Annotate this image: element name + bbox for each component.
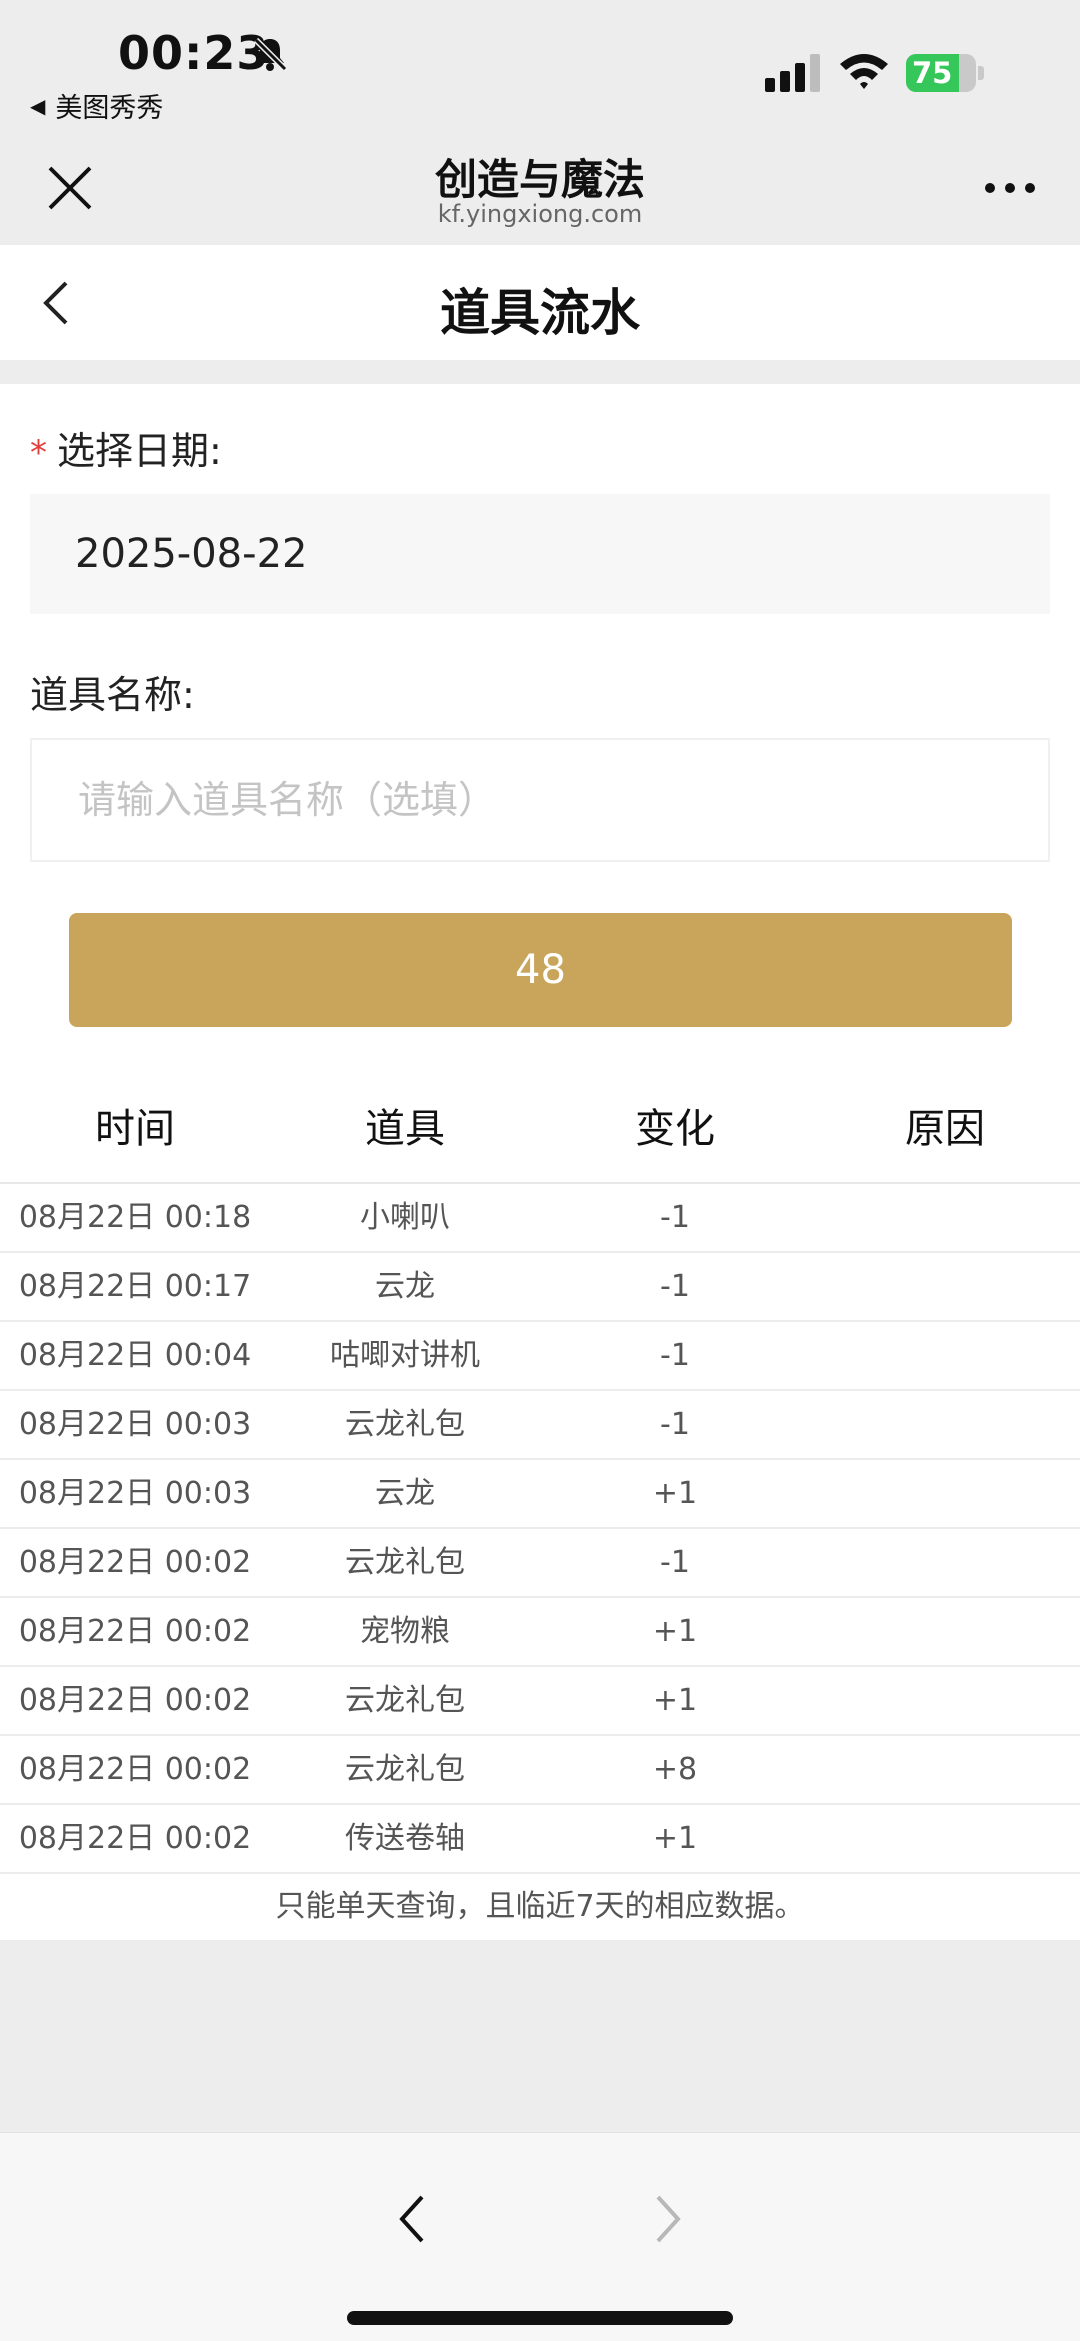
cell-item: 云龙礼包 bbox=[345, 1407, 465, 1442]
cell-time: 08月22日 00:17 bbox=[18, 1269, 252, 1304]
cell-time: 08月22日 00:02 bbox=[18, 1683, 252, 1718]
table-row: 08月22日 00:02 云龙礼包 +8 bbox=[0, 1736, 1080, 1805]
cell-time: 08月22日 00:02 bbox=[18, 1614, 252, 1649]
cell-change: +1 bbox=[652, 1683, 698, 1718]
section-divider bbox=[0, 360, 1080, 384]
table-header: 时间 道具 变化 原因 bbox=[0, 1074, 1080, 1184]
cell-change: -1 bbox=[660, 1269, 690, 1304]
back-to-app-link[interactable]: ◀ 美图秀秀 bbox=[30, 86, 163, 125]
table-row: 08月22日 00:18 小喇叭 -1 bbox=[0, 1184, 1080, 1253]
cell-time: 08月22日 00:03 bbox=[18, 1476, 252, 1511]
signal-icon bbox=[765, 54, 820, 92]
cell-reason bbox=[810, 1391, 1080, 1458]
cell-change: -1 bbox=[660, 1545, 690, 1580]
table-row: 08月22日 00:02 宠物粮 +1 bbox=[0, 1598, 1080, 1667]
cell-item: 小喇叭 bbox=[360, 1200, 450, 1235]
status-time: 00:23 bbox=[118, 26, 270, 80]
wifi-icon bbox=[840, 54, 888, 89]
cell-item: 咕唧对讲机 bbox=[330, 1338, 480, 1373]
table-row: 08月22日 00:02 传送卷轴 +1 bbox=[0, 1805, 1080, 1874]
cell-time: 08月22日 00:04 bbox=[18, 1338, 252, 1373]
cell-item: 云龙礼包 bbox=[345, 1752, 465, 1787]
cell-item: 传送卷轴 bbox=[345, 1821, 465, 1856]
query-note: 只能单天查询，且临近7天的相应数据。 bbox=[275, 1889, 805, 1924]
page-header: 道具流水 bbox=[0, 245, 1080, 360]
browser-title: 创造与魔法 bbox=[434, 155, 645, 204]
cell-change: +1 bbox=[652, 1821, 698, 1856]
bell-slash-icon bbox=[253, 37, 288, 72]
cell-change: -1 bbox=[660, 1407, 690, 1442]
date-value: 2025-08-22 bbox=[75, 531, 308, 577]
battery-percent: 75 bbox=[912, 56, 953, 90]
cell-reason bbox=[810, 1736, 1080, 1803]
header-item: 道具 bbox=[365, 1106, 445, 1152]
cell-time: 08月22日 00:02 bbox=[18, 1545, 252, 1580]
cell-change: -1 bbox=[660, 1338, 690, 1373]
item-name-input[interactable] bbox=[30, 738, 1050, 862]
cell-item: 云龙礼包 bbox=[345, 1683, 465, 1718]
cell-change: +1 bbox=[652, 1614, 698, 1649]
back-triangle-icon: ◀ bbox=[30, 93, 46, 118]
browser-bottom-toolbar bbox=[0, 2132, 1080, 2341]
item-name-label: 道具名称: bbox=[30, 673, 195, 717]
table-row: 08月22日 00:03 云龙礼包 -1 bbox=[0, 1391, 1080, 1460]
cell-reason bbox=[810, 1322, 1080, 1389]
table-row: 08月22日 00:02 云龙礼包 +1 bbox=[0, 1667, 1080, 1736]
table-row: 08月22日 00:04 咕唧对讲机 -1 bbox=[0, 1322, 1080, 1391]
cell-item: 云龙 bbox=[375, 1476, 435, 1511]
page-title: 道具流水 bbox=[440, 284, 640, 342]
browser-url: kf.yingxiong.com bbox=[437, 200, 643, 228]
table-row: 08月22日 00:02 云龙礼包 -1 bbox=[0, 1529, 1080, 1598]
header-reason: 原因 bbox=[905, 1106, 985, 1152]
cell-time: 08月22日 00:02 bbox=[18, 1821, 252, 1856]
cell-reason bbox=[810, 1667, 1080, 1734]
back-app-label: 美图秀秀 bbox=[55, 93, 164, 124]
forward-chevron-icon[interactable] bbox=[648, 2189, 688, 2249]
item-flow-table: 时间 道具 变化 原因 08月22日 00:18 小喇叭 -1 08月22日 0… bbox=[0, 1074, 1080, 1940]
cell-item: 云龙礼包 bbox=[345, 1545, 465, 1580]
cell-reason bbox=[810, 1805, 1080, 1872]
cell-reason bbox=[810, 1598, 1080, 1665]
main-content: *选择日期: 2025-08-22 道具名称: 48 时间 道具 变化 原因 0… bbox=[0, 384, 1080, 1940]
home-indicator[interactable] bbox=[347, 2311, 733, 2325]
table-row: 08月22日 00:17 云龙 -1 bbox=[0, 1253, 1080, 1322]
back-chevron-icon[interactable] bbox=[392, 2189, 432, 2249]
cell-time: 08月22日 00:02 bbox=[18, 1752, 252, 1787]
cell-item: 宠物粮 bbox=[360, 1614, 450, 1649]
battery-indicator: 75 bbox=[906, 54, 984, 92]
date-label-text: 选择日期: bbox=[57, 429, 222, 473]
status-bar: 00:23 ◀ 美图秀秀 75 bbox=[0, 0, 1080, 130]
header-time: 时间 bbox=[95, 1106, 175, 1152]
more-icon[interactable] bbox=[980, 178, 1040, 198]
cell-change: +1 bbox=[652, 1476, 698, 1511]
query-button[interactable]: 48 bbox=[69, 913, 1012, 1027]
cell-change: -1 bbox=[660, 1200, 690, 1235]
cell-time: 08月22日 00:03 bbox=[18, 1407, 252, 1442]
required-mark: * bbox=[30, 433, 47, 473]
date-picker[interactable]: 2025-08-22 bbox=[30, 494, 1050, 614]
cell-reason bbox=[810, 1253, 1080, 1320]
table-row: 08月22日 00:03 云龙 +1 bbox=[0, 1460, 1080, 1529]
header-change: 变化 bbox=[635, 1106, 715, 1152]
cell-item: 云龙 bbox=[375, 1269, 435, 1304]
date-label: * 选择日期: bbox=[30, 420, 222, 475]
cell-reason bbox=[810, 1184, 1080, 1251]
cell-reason bbox=[810, 1529, 1080, 1596]
browser-nav-bar: 创造与魔法 kf.yingxiong.com bbox=[0, 130, 1080, 245]
cell-change: +8 bbox=[652, 1752, 698, 1787]
cell-time: 08月22日 00:18 bbox=[18, 1200, 252, 1235]
cell-reason bbox=[810, 1460, 1080, 1527]
